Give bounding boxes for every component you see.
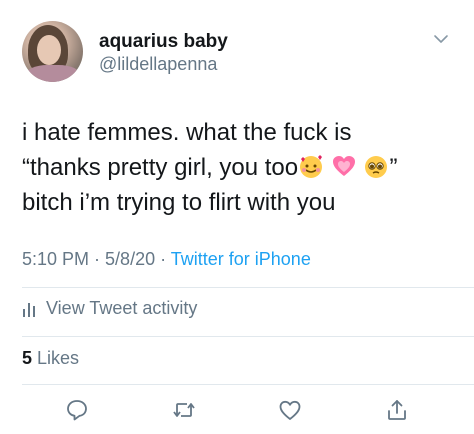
tweet-date[interactable]: 5/8/20 bbox=[105, 249, 155, 269]
tweet-line-2: “thanks pretty girl, you too ” bbox=[22, 150, 462, 185]
tweet-line-2-close: ” bbox=[389, 154, 398, 181]
smiling-face-with-hearts-emoji-icon bbox=[300, 155, 323, 178]
tweet-card: aquarius baby @lildellapenna i hate femm… bbox=[0, 0, 474, 434]
growing-heart-emoji-icon bbox=[332, 156, 355, 176]
like-icon[interactable] bbox=[278, 398, 302, 422]
tweet-line-1: i hate femmes. what the fuck is bbox=[22, 119, 352, 146]
view-tweet-activity-link[interactable]: View Tweet activity bbox=[22, 298, 197, 319]
likes-label: Likes bbox=[32, 348, 80, 368]
user-handle[interactable]: @lildellapenna bbox=[99, 54, 217, 75]
tweet-text: i hate femmes. what the fuck is “thanks … bbox=[22, 115, 462, 220]
divider bbox=[22, 287, 474, 288]
tweet-line-3: bitch i’m trying to flirt with you bbox=[22, 189, 336, 216]
tweet-meta: 5:10 PM · 5/8/20 · Twitter for iPhone bbox=[22, 249, 311, 270]
chevron-down-icon[interactable] bbox=[432, 32, 450, 46]
tweet-time[interactable]: 5:10 PM bbox=[22, 249, 89, 269]
share-icon[interactable] bbox=[385, 398, 409, 422]
tweet-source-link[interactable]: Twitter for iPhone bbox=[171, 249, 311, 269]
display-name[interactable]: aquarius baby bbox=[99, 31, 228, 53]
view-tweet-activity-label: View Tweet activity bbox=[46, 298, 198, 318]
likes-number: 5 bbox=[22, 348, 33, 368]
likes-count[interactable]: 5 Likes bbox=[22, 348, 79, 369]
divider bbox=[22, 336, 474, 337]
retweet-icon[interactable] bbox=[172, 398, 196, 422]
meta-separator: · bbox=[89, 249, 106, 269]
meta-separator: · bbox=[155, 249, 171, 269]
divider bbox=[22, 384, 474, 385]
avatar[interactable] bbox=[22, 21, 83, 82]
pleading-face-emoji-icon bbox=[365, 156, 388, 178]
reply-icon[interactable] bbox=[65, 398, 89, 422]
analytics-icon bbox=[23, 302, 35, 317]
tweet-line-2-text: “thanks pretty girl, you too bbox=[22, 154, 299, 181]
